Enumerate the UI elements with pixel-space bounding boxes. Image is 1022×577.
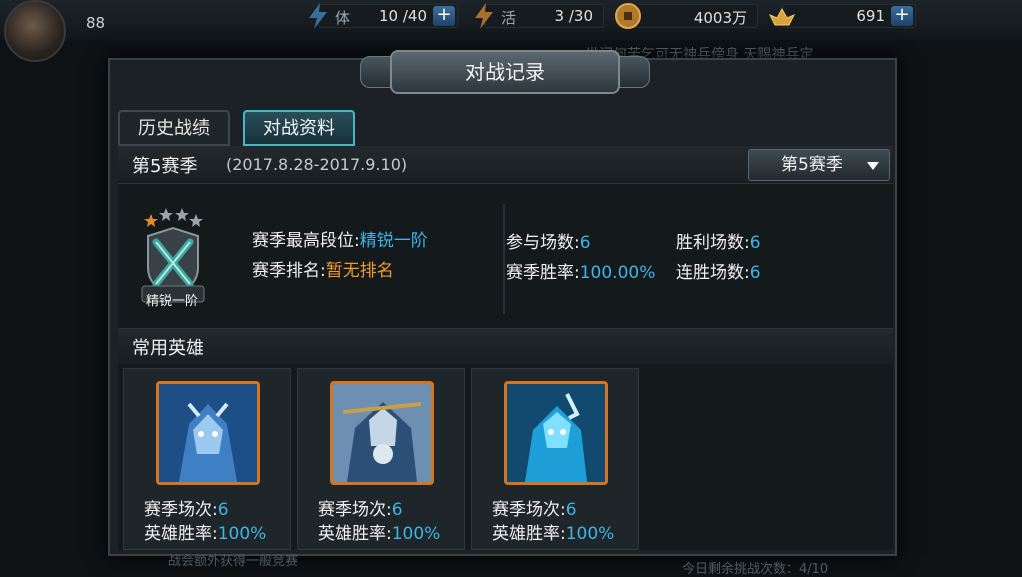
season-dropdown-value: 第5赛季 — [781, 155, 843, 175]
stamina-label: 体 — [335, 9, 351, 27]
win-streak: 连胜场数:6 — [676, 263, 761, 283]
hero-games: 赛季场次:6 — [318, 500, 403, 520]
hero-games: 赛季场次:6 — [492, 500, 577, 520]
season-ranking: 赛季排名:暂无排名 — [252, 261, 394, 281]
common-heroes-title: 常用英雄 — [132, 338, 204, 359]
season-highest-rank: 赛季最高段位:精锐一阶 — [252, 231, 428, 251]
background-footer-left: 战会额外获得一般竞赛 — [168, 554, 299, 569]
stamina-value: 10 /40 — [379, 7, 427, 25]
background-footer-right: 今日剩余挑战次数：4/10 — [682, 562, 829, 577]
coin-icon — [615, 3, 641, 29]
player-avatar[interactable] — [4, 0, 66, 62]
hero-winrate: 英雄胜率:100% — [144, 524, 267, 544]
hero-portrait — [156, 381, 260, 485]
battle-data-panel: 第5赛季 (2017.8.28-2017.9.10) 第5赛季 精锐一阶 赛季最… — [118, 146, 893, 550]
add-gems-button[interactable]: + — [891, 6, 913, 26]
tab-history[interactable]: 历史战绩 — [118, 110, 230, 146]
tab-battle-data[interactable]: 对战资料 — [243, 110, 355, 146]
hero-games: 赛季场次:6 — [144, 500, 229, 520]
lightning-icon — [309, 3, 327, 29]
season-header: 第5赛季 (2017.8.28-2017.9.10) 第5赛季 — [118, 146, 893, 184]
stamina-resource: 体 10 /40 + — [309, 3, 458, 29]
gems-resource: 691 + — [768, 4, 916, 28]
rank-badge-label: 精锐一阶 — [146, 294, 199, 309]
hero-winrate: 英雄胜率:100% — [318, 524, 441, 544]
vitality-value: 3 /30 — [554, 7, 593, 25]
season-winrate: 赛季胜率:100.00% — [506, 263, 656, 283]
lightning-icon — [475, 3, 493, 29]
gold-ingot-icon — [768, 7, 796, 26]
gems-value: 691 — [856, 7, 885, 25]
coins-resource: 4003万 — [615, 3, 758, 29]
season-dropdown[interactable]: 第5赛季 — [748, 149, 890, 181]
dialog-title: 对战记录 — [390, 50, 620, 94]
hero-portrait-icon — [159, 384, 257, 482]
games-played: 参与场数:6 — [506, 233, 591, 253]
season-date-range: (2017.8.28-2017.9.10) — [226, 155, 408, 174]
hero-portrait-icon — [333, 384, 431, 482]
hero-portrait-icon — [507, 384, 605, 482]
stats-divider — [503, 204, 505, 314]
top-resource-bar: 88 体 10 /40 + 活 3 /30 4003万 691 + — [0, 0, 1022, 62]
common-heroes-header: 常用英雄 — [118, 328, 893, 364]
season-title: 第5赛季 — [132, 156, 198, 177]
battle-record-dialog: 对战记录 历史战绩 对战资料 第5赛季 (2017.8.28-2017.9.10… — [108, 50, 897, 556]
hero-card[interactable]: 赛季场次:6 英雄胜率:100% — [471, 368, 639, 550]
coins-value: 4003万 — [693, 9, 747, 27]
hero-card[interactable]: 赛季场次:6 英雄胜率:100% — [297, 368, 465, 550]
games-won: 胜利场数:6 — [676, 233, 761, 253]
vitality-label: 活 — [501, 9, 517, 27]
chevron-down-icon — [867, 162, 879, 170]
hero-card[interactable]: 赛季场次:6 英雄胜率:100% — [123, 368, 291, 550]
hero-portrait — [330, 381, 434, 485]
vitality-resource: 活 3 /30 — [475, 3, 604, 29]
player-level: 88 — [86, 14, 106, 32]
hero-winrate: 英雄胜率:100% — [492, 524, 615, 544]
add-stamina-button[interactable]: + — [433, 6, 455, 26]
hero-portrait — [504, 381, 608, 485]
